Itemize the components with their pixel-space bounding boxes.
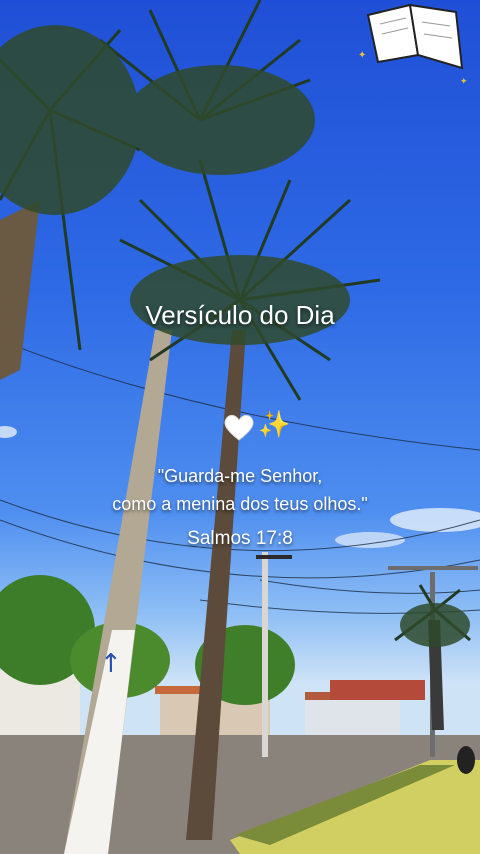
verse-line-1: "Guarda-me Senhor, bbox=[157, 466, 323, 486]
street-lamp-arm bbox=[388, 566, 478, 570]
book-sticker: ✦ ✦ bbox=[350, 0, 480, 90]
verse-line-2: como a menina dos teus olhos." bbox=[112, 494, 368, 514]
svg-text:✦: ✦ bbox=[358, 50, 366, 61]
arrow-mark: ↑ bbox=[100, 649, 122, 679]
sparkles-icon: ✨ bbox=[258, 410, 291, 440]
video-frame: ↑ ✦ ✦ Versículo do Dia ✨ "Guarda-me Senh… bbox=[0, 0, 480, 854]
house-right bbox=[305, 698, 400, 740]
open-book-icon: ✦ ✦ bbox=[358, 3, 468, 86]
page-title: Versículo do Dia bbox=[145, 300, 335, 330]
verse-reference: Salmos 17:8 bbox=[187, 528, 293, 549]
white-heart-icon bbox=[224, 414, 254, 441]
house-far bbox=[330, 680, 425, 700]
cloud bbox=[0, 426, 17, 438]
svg-text:✦: ✦ bbox=[460, 76, 468, 86]
utility-pole bbox=[262, 552, 268, 757]
verse-text: "Guarda-me Senhor, como a menina dos teu… bbox=[0, 462, 480, 518]
palm-leaf-clusters bbox=[0, 25, 470, 647]
emoji-row: ✨ bbox=[220, 410, 300, 444]
motorcycle bbox=[457, 746, 475, 774]
utility-pole-crossbar bbox=[256, 555, 292, 559]
